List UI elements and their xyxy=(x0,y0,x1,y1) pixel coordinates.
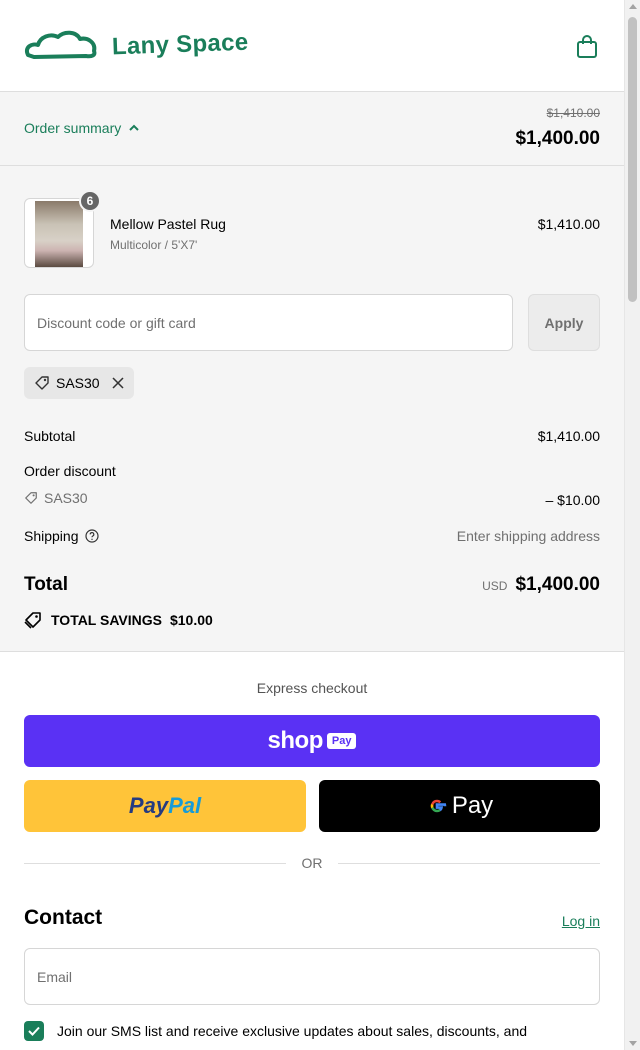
total-currency: USD xyxy=(482,579,508,593)
brand-logo[interactable]: Lany Space xyxy=(24,27,249,63)
sms-opt-in-checkbox[interactable] xyxy=(24,1021,44,1041)
header: Lany Space xyxy=(0,0,624,92)
savings-amount: $10.00 xyxy=(169,612,213,628)
summary-total: $1,400.00 xyxy=(515,128,600,149)
subtotal-value: $1,410.00 xyxy=(537,428,600,444)
quantity-badge: 6 xyxy=(79,190,101,212)
sms-opt-in-label: Join our SMS list and receive exclusive … xyxy=(57,1023,528,1039)
total-value: USD $1,400.00 xyxy=(482,574,600,596)
page-scrollbar[interactable] xyxy=(624,0,640,1050)
cloud-logo-icon xyxy=(25,30,97,59)
product-name: Mellow Pastel Rug xyxy=(110,216,226,232)
tag-icon xyxy=(25,492,37,504)
original-total: $1,410.00 xyxy=(546,106,600,120)
brand-name: Lany Space xyxy=(111,28,249,61)
subtotal-label: Subtotal xyxy=(24,428,76,444)
contact-heading: Contact xyxy=(24,906,103,929)
savings-tag-icon xyxy=(24,612,41,629)
total-label: Total xyxy=(24,574,68,595)
discount-value: – $10.00 xyxy=(545,492,601,508)
discount-placeholder: Discount code or gift card xyxy=(37,314,196,331)
applied-code: SAS30 xyxy=(56,375,100,391)
scrollbar-thumb[interactable] xyxy=(628,17,637,302)
shipping-value: Enter shipping address xyxy=(456,528,600,544)
order-summary-bar: Order summary $1,410.00 $1,400.00 xyxy=(0,92,624,166)
tag-icon xyxy=(35,376,49,390)
express-checkout-title: Express checkout xyxy=(256,680,368,696)
total-savings: TOTAL SAVINGS $10.00 xyxy=(24,611,213,629)
divider-right xyxy=(338,863,600,864)
discount-code-line: SAS30 xyxy=(24,490,88,506)
chevron-up-icon xyxy=(129,124,139,131)
shopping-bag-icon[interactable] xyxy=(576,35,598,59)
login-link[interactable]: Log in xyxy=(562,913,600,929)
paypal-word-b: Pal xyxy=(168,793,202,818)
paypal-button[interactable]: Pay Pal xyxy=(24,780,306,832)
applied-code-chip: SAS30 xyxy=(24,367,134,399)
checkout-page: Lany Space Order summary $1,410.00 $1,40… xyxy=(0,0,624,1041)
total-amount: $1,400.00 xyxy=(515,574,600,595)
shop-pay-button[interactable]: shop Pay xyxy=(24,715,600,767)
discount-code-name: SAS30 xyxy=(44,490,88,506)
paypal-word-a: Pay xyxy=(128,793,169,818)
shipping-label-row: Shipping xyxy=(24,528,99,544)
scroll-up-arrow-icon[interactable] xyxy=(629,4,637,9)
product-photo xyxy=(35,201,83,267)
google-pay-label: Pay xyxy=(451,792,494,819)
email-field[interactable]: Email xyxy=(24,948,600,1005)
email-placeholder: Email xyxy=(37,968,73,985)
order-summary-label: Order summary xyxy=(24,120,122,136)
question-circle-icon[interactable] xyxy=(84,529,99,543)
savings-label: TOTAL SAVINGS xyxy=(51,612,162,628)
apply-button[interactable]: Apply xyxy=(528,294,600,351)
scroll-down-arrow-icon[interactable] xyxy=(629,1041,637,1046)
shop-pay-chip: Pay xyxy=(326,733,357,749)
product-variant: Multicolor / 5'X7' xyxy=(110,238,198,252)
product-price: $1,410.00 xyxy=(537,216,600,232)
google-pay-button[interactable]: Pay xyxy=(319,780,600,832)
checkmark-icon xyxy=(28,1026,40,1036)
remove-code-icon[interactable] xyxy=(112,377,124,389)
order-summary-toggle[interactable]: Order summary xyxy=(24,120,139,136)
order-summary-panel: 6 Mellow Pastel Rug Multicolor / 5'X7' $… xyxy=(0,166,624,652)
shop-pay-wordmark: shop xyxy=(267,727,324,754)
discount-code-input[interactable]: Discount code or gift card xyxy=(24,294,513,351)
shipping-label: Shipping xyxy=(24,528,79,544)
google-g-icon xyxy=(430,799,447,813)
order-discount-label: Order discount xyxy=(24,463,116,479)
